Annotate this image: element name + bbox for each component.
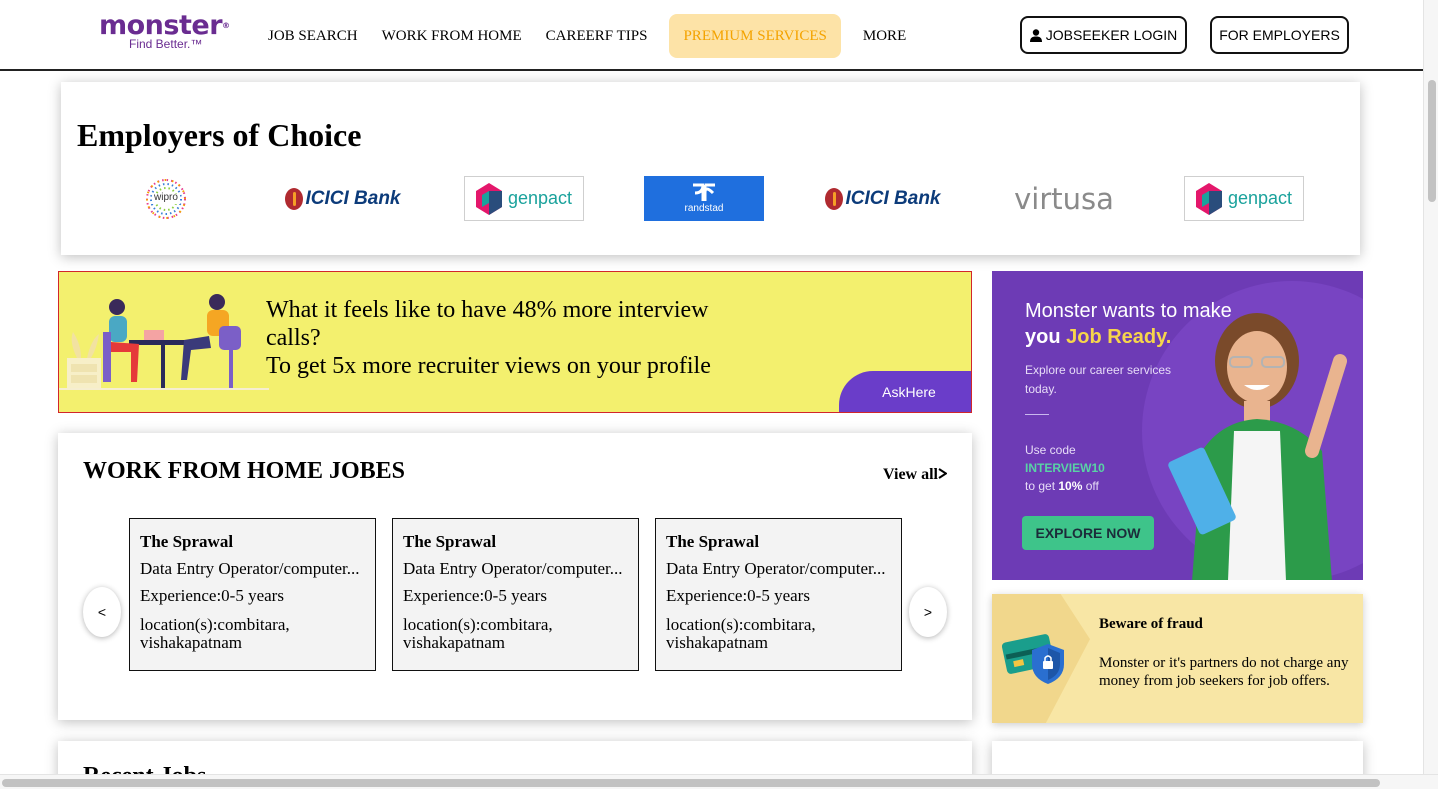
job-experience: Experience:0-5 years [403,586,547,605]
job-role: Data Entry Operator/computer... [140,559,360,578]
employer-logo-genpact-2[interactable]: genpact [1184,176,1304,221]
chevron-right-icon [938,468,948,479]
for-employers-label: FOR EMPLOYERS [1219,27,1340,43]
job-location-line-2: vishakapatnam [666,633,768,652]
employers-of-choice-section: Employers of Choice wipro ICICI Bank gen… [61,82,1360,255]
job-role: Data Entry Operator/computer... [666,559,886,578]
fraud-text: Monster or it's partners do not charge a… [1099,655,1349,689]
wfh-section-title: WORK FROM HOME JOBES [83,458,406,484]
ad-title-line-2: you Job Ready. [1025,324,1232,350]
carousel-prev-button[interactable]: < [83,587,121,637]
logo-registered-mark: ® [222,21,230,30]
promo-line-2: calls? [266,325,321,351]
job-location: location(s):combitara, vishakapatnam [403,616,628,652]
job-company: The Sprawal [403,532,497,551]
view-all-link[interactable]: View all [883,466,948,484]
genpact-logo-icon [1195,182,1222,215]
horizontal-scrollbar-thumb[interactable] [2,779,1380,787]
ad-title: Monster wants to make you Job Ready. [1025,298,1232,350]
ad-subtitle: Explore our career services today. [1025,361,1171,399]
job-experience: Experience:0-5 years [666,586,810,605]
virtusa-logo-text: virtusa [1014,181,1114,216]
jobseeker-login-button[interactable]: JOBSEEKER LOGIN [1020,16,1187,54]
ad-promo-code: Use code INTERVIEW10 to get 10% off [1025,441,1105,495]
ad-subtitle-line-1: Explore our career services [1025,363,1172,377]
ad-title-line-1: Monster wants to make [1025,300,1232,322]
job-company: The Sprawal [666,532,760,551]
explore-now-button[interactable]: EXPLORE NOW [1022,516,1154,550]
job-card[interactable]: The Sprawal Data Entry Operator/computer… [392,518,639,671]
for-employers-button[interactable]: FOR EMPLOYERS [1210,16,1349,54]
randstad-logo-icon [693,183,715,201]
ad-title-you: you [1025,326,1061,348]
ad-discount-post: off [1085,479,1099,493]
vertical-scrollbar-thumb[interactable] [1428,80,1436,202]
ad-discount-line: to get 10% off [1025,477,1105,495]
employers-title: Employers of Choice [77,117,362,153]
ad-discount-pre: to get [1025,479,1056,493]
job-company: The Sprawal [140,532,234,551]
icici-logo-icon [825,187,844,210]
genpact-logo-icon [475,182,502,215]
ad-subtitle-line-2: today. [1025,382,1057,396]
employer-logo-virtusa[interactable]: virtusa [1004,176,1124,221]
jobseeker-login-label: JOBSEEKER LOGIN [1045,27,1178,43]
job-location-line-2: vishakapatnam [403,633,505,652]
site-header: monster® Find Better.™ JOB SEARCH WORK F… [0,0,1423,71]
ad-discount-value: 10% [1058,479,1083,493]
promo-line-3: To get 5x more recruiter views on your p… [266,353,711,379]
promo-text: What it feels like to have 48% more inte… [266,296,711,380]
fraud-title: Beware of fraud [1099,616,1203,632]
job-role: Data Entry Operator/computer... [403,559,623,578]
view-all-label: View all [883,466,938,483]
nav-career-tips[interactable]: CAREERF TIPS [534,14,660,58]
job-location: location(s):combitara, vishakapatnam [140,616,365,652]
work-from-home-jobs-section: WORK FROM HOME JOBES View all < The Spra… [58,433,972,720]
icici-logo-text: ICICI Bank [845,187,941,209]
user-icon [1029,28,1042,42]
employer-logo-genpact[interactable]: genpact [464,176,584,221]
interview-calls-promo-banner[interactable]: What it feels like to have 48% more inte… [58,271,972,413]
job-experience: Experience:0-5 years [140,586,284,605]
genpact-logo-text: genpact [1227,188,1293,208]
nav-premium-services[interactable]: PREMIUM SERVICES [669,14,841,58]
askhere-button[interactable]: AskHere [839,371,971,412]
job-card[interactable]: The Sprawal Data Entry Operator/computer… [655,518,902,671]
vertical-scrollbar[interactable] [1423,0,1438,774]
icici-logo-icon [285,187,304,210]
card-shield-icon [1002,634,1064,684]
interview-illustration [59,294,269,390]
nav-more[interactable]: MORE [851,14,918,58]
monster-logo[interactable]: monster® Find Better.™ [99,12,239,51]
promo-line-1: What it feels like to have 48% more inte… [266,297,709,323]
ad-code-label: Use code [1025,443,1076,457]
employer-logo-icici-bank-2[interactable]: ICICI Bank [823,176,943,221]
carousel-next-button[interactable]: > [909,587,947,637]
job-location-line-1: location(s):combitara, [403,615,553,634]
nav-work-from-home[interactable]: WORK FROM HOME [370,14,534,58]
genpact-logo-text: genpact [507,188,573,208]
main-nav: JOB SEARCH WORK FROM HOME CAREERF TIPS P… [256,14,918,58]
job-card[interactable]: The Sprawal Data Entry Operator/computer… [129,518,376,671]
job-ready-ad-banner[interactable]: Monster wants to make you Job Ready. Exp… [992,271,1363,580]
ad-code-value: INTERVIEW10 [1025,461,1105,475]
employer-logo-randstad[interactable]: randstad [644,176,764,221]
beware-of-fraud-notice: Beware of fraud Monster or it's partners… [992,594,1363,723]
ad-title-job-ready: Job Ready. [1066,326,1172,348]
horizontal-scrollbar[interactable] [0,774,1438,789]
employer-logo-icici-bank[interactable]: ICICI Bank [283,176,403,221]
icici-logo-text: ICICI Bank [305,187,401,209]
job-location-line-1: location(s):combitara, [140,615,290,634]
randstad-logo-text: randstad [684,203,724,214]
nav-job-search[interactable]: JOB SEARCH [256,14,370,58]
logo-tagline: Find Better.™ [129,37,203,51]
ad-divider [1025,414,1049,415]
employer-logo-wipro[interactable]: wipro [106,176,226,221]
wipro-logo-text: wipro [154,192,178,203]
job-location-line-2: vishakapatnam [140,633,242,652]
job-location-line-1: location(s):combitara, [666,615,816,634]
logo-wordmark: monster® [99,12,239,39]
job-location: location(s):combitara, vishakapatnam [666,616,891,652]
